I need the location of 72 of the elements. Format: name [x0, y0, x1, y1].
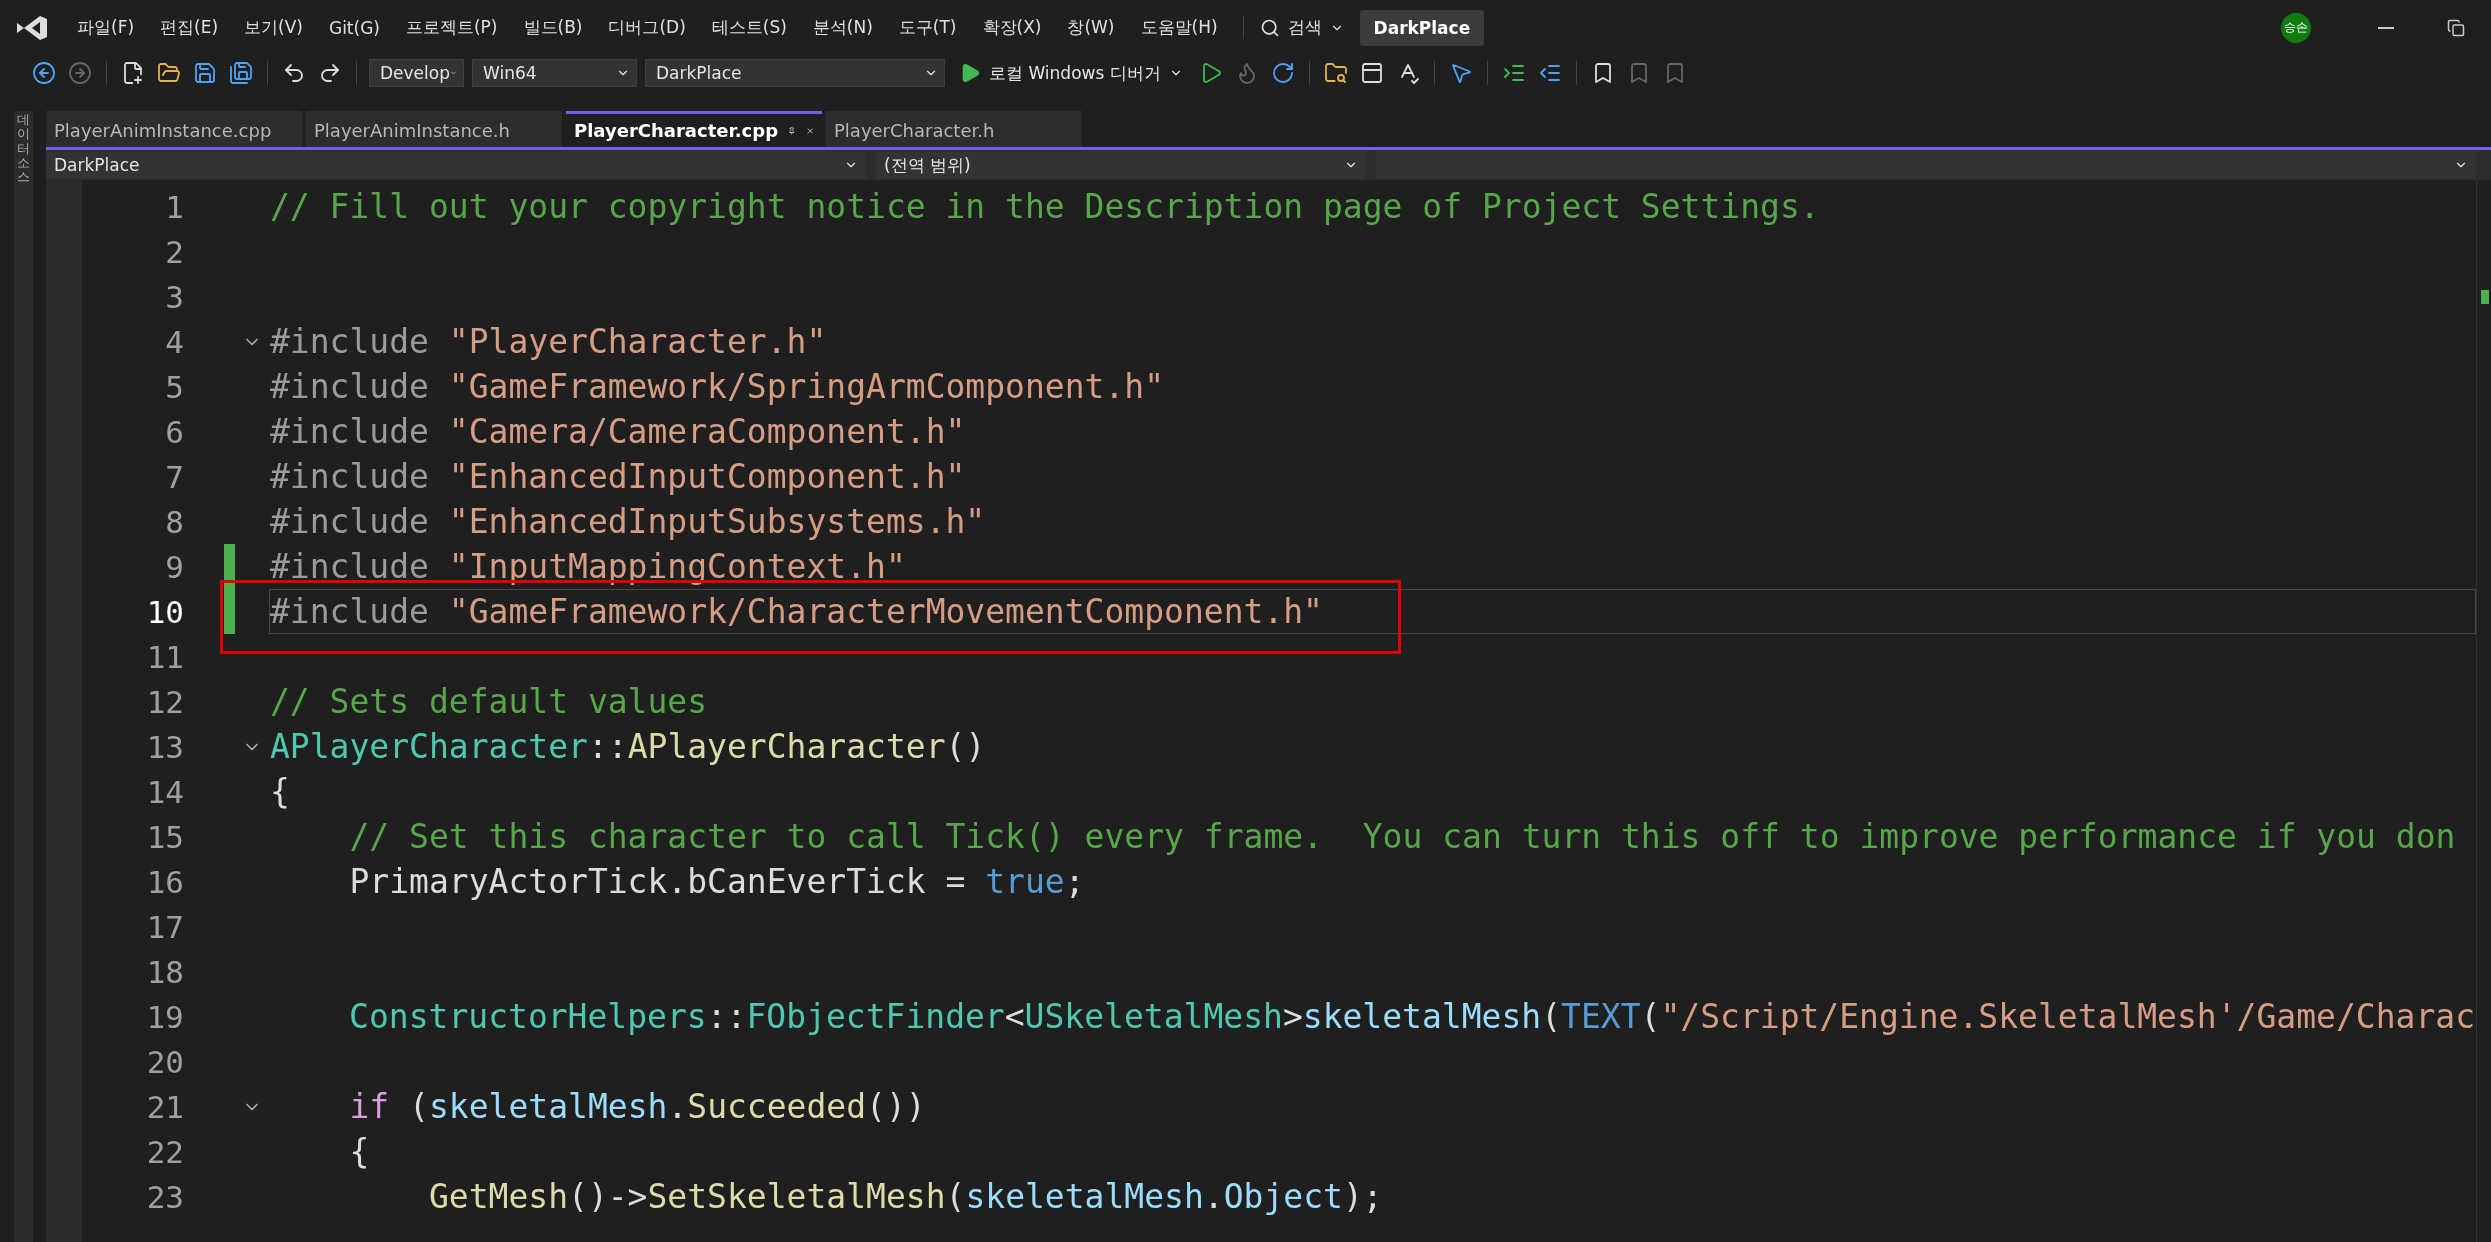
- file-tab[interactable]: PlayerAnimInstance.cpp: [46, 111, 302, 147]
- platform-dropdown[interactable]: Win64: [472, 59, 637, 87]
- code-line: ConstructorHelpers::FObjectFinder<USkeletalMesh>skeletalMesh(TEXT("/Script/Engine.SkeletalMesh'/Game/Charac: [348, 996, 2476, 1038]
- configuration-dropdown[interactable]: Develop: [369, 59, 464, 87]
- back-button[interactable]: [30, 59, 58, 87]
- menu-item[interactable]: 디버그(D): [595, 16, 699, 39]
- code-line: APlayerCharacter::APlayerCharacter(): [269, 726, 987, 768]
- project-dropdown[interactable]: DarkPlace: [46, 151, 866, 179]
- restore-icon: [2447, 18, 2465, 37]
- code-line: // Set this character to call Tick() every frame. You can turn this off to improve performance if you don: [348, 816, 2457, 858]
- menu-item[interactable]: 보기(V): [231, 16, 316, 39]
- line-number: 12: [145, 683, 184, 720]
- solution-title: DarkPlace: [1359, 9, 1485, 46]
- line-number: 3: [164, 278, 184, 315]
- user-avatar[interactable]: 승손: [2281, 12, 2311, 43]
- code-line: #include "InputMappingContext.h": [269, 546, 907, 588]
- file-tab[interactable]: PlayerCharacter.h: [826, 111, 1082, 147]
- menu-item[interactable]: 프로젝트(P): [392, 16, 511, 39]
- search-button[interactable]: 검색: [1242, 16, 1360, 39]
- menu-item[interactable]: 파일(F): [64, 16, 148, 39]
- line-number: 21: [145, 1088, 184, 1125]
- line-number: 6: [164, 413, 184, 450]
- scroll-change-marker: [2481, 290, 2489, 304]
- save-all-button[interactable]: [227, 59, 255, 87]
- code-line: #include "EnhancedInputSubsystems.h": [269, 501, 987, 543]
- side-panel-tab[interactable]: 데이터 소스: [13, 111, 33, 1242]
- scope-dropdown[interactable]: (전역 범위): [876, 151, 1366, 179]
- menu-item[interactable]: 편집(E): [147, 16, 232, 39]
- code-line: #include "EnhancedInputComponent.h": [269, 456, 967, 498]
- code-line: #include "GameFramework/SpringArmComponent.h": [269, 366, 1166, 408]
- menu-item[interactable]: 도구(T): [885, 16, 970, 39]
- file-tab[interactable]: PlayerAnimInstance.h: [306, 111, 562, 147]
- search-icon: [1259, 17, 1280, 38]
- line-number: 17: [145, 908, 184, 945]
- menu-item[interactable]: 확장(X): [969, 16, 1055, 39]
- menu-item[interactable]: Git(G): [315, 17, 393, 38]
- line-number: 23: [145, 1178, 184, 1215]
- line-number: 8: [164, 503, 184, 540]
- line-number: 5: [164, 368, 184, 405]
- line-number: 2: [164, 233, 184, 270]
- forward-button[interactable]: [66, 59, 94, 87]
- line-number: 20: [145, 1043, 184, 1080]
- run-debugger-button[interactable]: 로컬 Windows 디버거: [953, 60, 1189, 86]
- line-number: 22: [145, 1133, 184, 1170]
- line-number: 19: [145, 998, 184, 1035]
- code-line: #include "PlayerCharacter.h": [269, 321, 828, 363]
- code-line: GetMesh()->SetSkeletalMesh(skeletalMesh.Object);: [427, 1176, 1384, 1218]
- code-line: PrimaryActorTick.bCanEverTick = true;: [348, 861, 1086, 903]
- line-number: 18: [145, 953, 184, 990]
- menu-item[interactable]: 분석(N): [799, 16, 886, 39]
- code-line: // Fill out your copyright notice in the Description page of Project Settings.: [269, 186, 1821, 228]
- code-line: // Sets default values: [269, 681, 709, 723]
- line-number: 11: [145, 638, 184, 675]
- line-number: 15: [145, 818, 184, 855]
- line-number: 10: [145, 593, 184, 630]
- code-line: {: [348, 1131, 371, 1173]
- line-number: 4: [164, 323, 184, 360]
- line-number: 1: [164, 188, 184, 225]
- menu-item[interactable]: 창(W): [1054, 16, 1128, 39]
- minimize-icon: [2378, 26, 2394, 29]
- code-line: if (skeletalMesh.Succeeded()): [348, 1086, 927, 1128]
- line-number: 14: [145, 773, 184, 810]
- line-number: 7: [164, 458, 184, 495]
- line-number: 16: [145, 863, 184, 900]
- line-number: 9: [164, 548, 184, 585]
- menu-item[interactable]: 도움말(H): [1127, 16, 1231, 39]
- code-line: #include "Camera/CameraComponent.h": [269, 411, 967, 453]
- startup-project-dropdown[interactable]: DarkPlace: [645, 59, 945, 87]
- code-line: {: [269, 771, 291, 813]
- line-number: 13: [145, 728, 184, 765]
- menu-item[interactable]: 테스트(S): [698, 16, 800, 39]
- menu-item[interactable]: 빌드(B): [510, 16, 596, 39]
